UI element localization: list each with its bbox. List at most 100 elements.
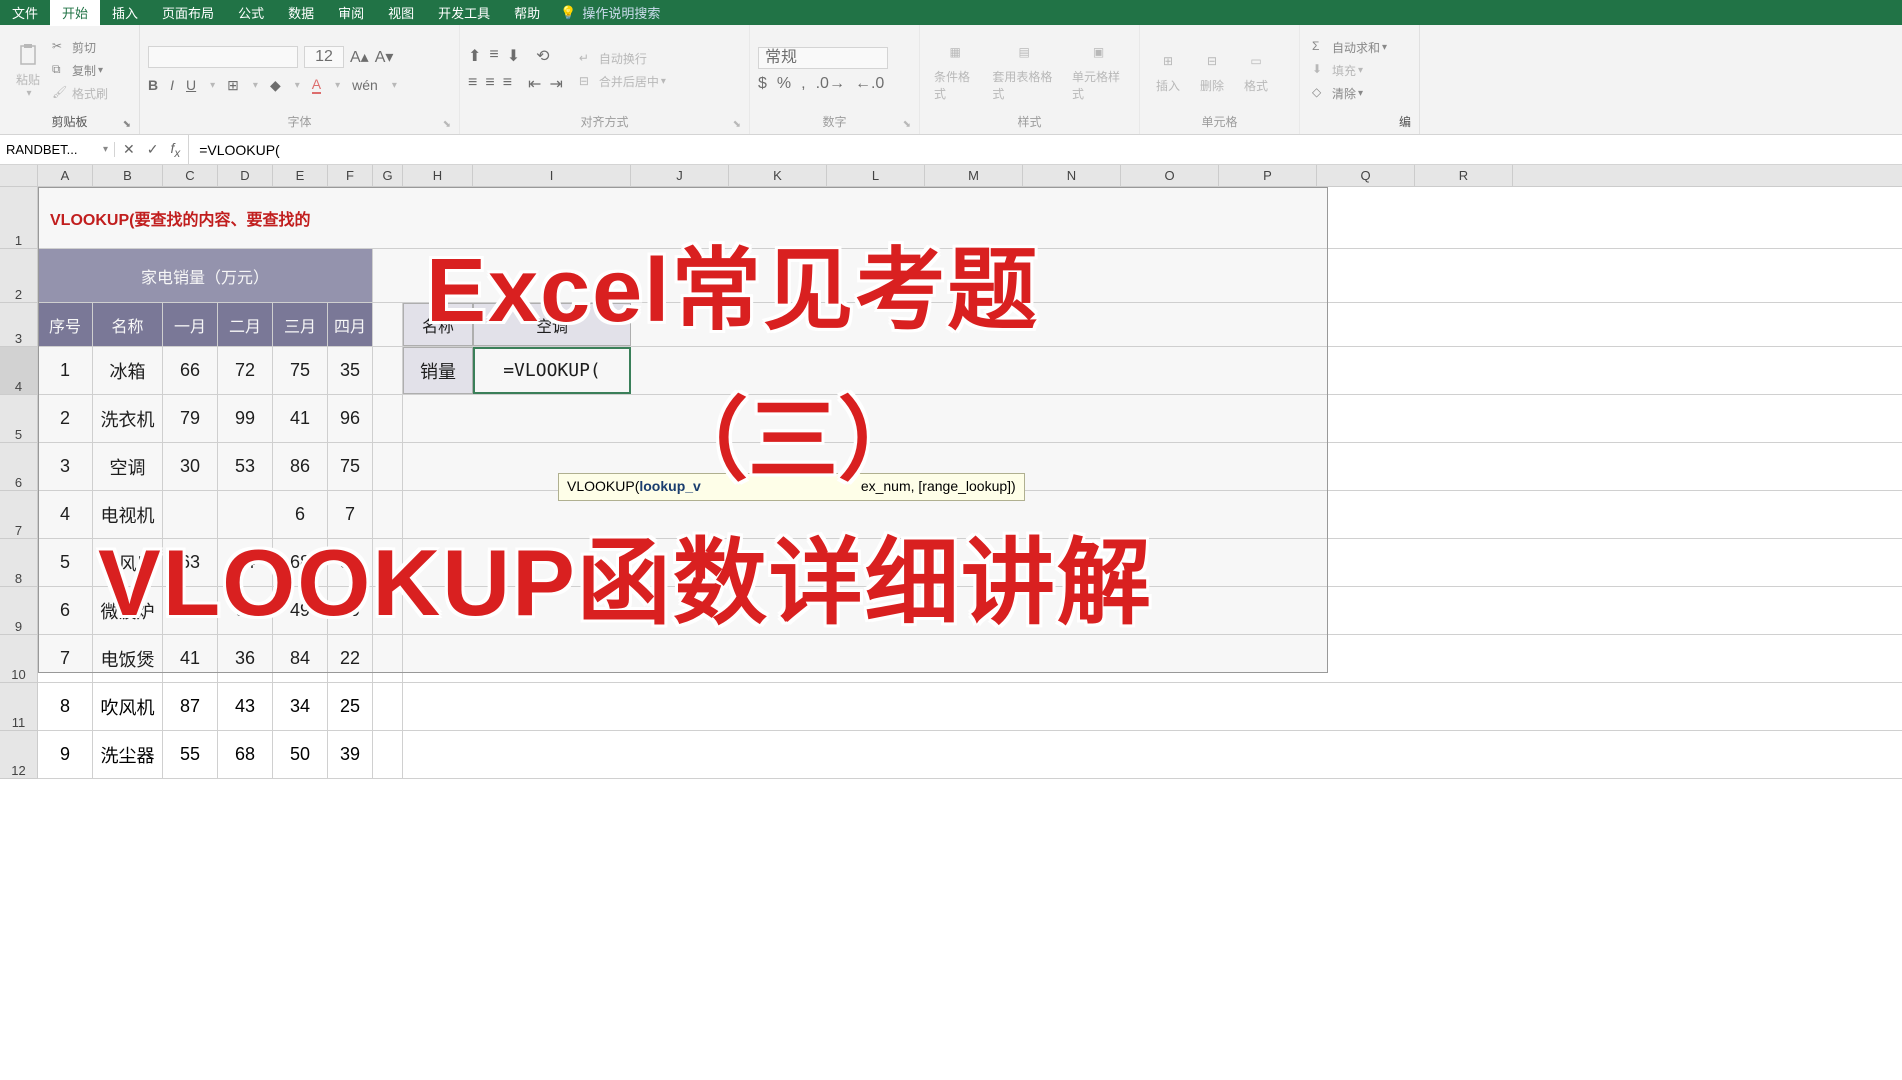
cell[interactable]: 51 bbox=[328, 539, 373, 586]
col-header[interactable]: E bbox=[273, 165, 328, 186]
cell[interactable]: 电风扇 bbox=[93, 539, 163, 586]
fill-color-button[interactable]: ◆ bbox=[270, 77, 281, 94]
cell[interactable]: 2 bbox=[38, 395, 93, 442]
increase-font-icon[interactable]: A▴ bbox=[350, 47, 369, 67]
cell[interactable]: 洗衣机 bbox=[93, 395, 163, 442]
cut-button[interactable]: ✂剪切 bbox=[48, 37, 112, 58]
underline-button[interactable]: U bbox=[186, 77, 196, 93]
cell[interactable]: 8 bbox=[38, 683, 93, 730]
cell[interactable]: 29 bbox=[328, 587, 373, 634]
cell[interactable]: 41 bbox=[273, 395, 328, 442]
tab-view[interactable]: 视图 bbox=[376, 0, 426, 26]
inc-decimal-icon[interactable]: .0→ bbox=[816, 75, 845, 93]
row-header[interactable]: 5 bbox=[0, 395, 38, 443]
cell[interactable]: 50 bbox=[273, 731, 328, 778]
col-header[interactable]: C bbox=[163, 165, 218, 186]
copy-button[interactable]: ⧉复制▾ bbox=[48, 60, 112, 81]
cell[interactable]: 洗尘器 bbox=[93, 731, 163, 778]
col-header[interactable]: F bbox=[328, 165, 373, 186]
cell[interactable]: 6 bbox=[273, 491, 328, 538]
col-header[interactable]: O bbox=[1121, 165, 1219, 186]
cell[interactable]: 53 bbox=[218, 443, 273, 490]
cell[interactable]: 22 bbox=[328, 635, 373, 682]
row-header[interactable]: 8 bbox=[0, 539, 38, 587]
paste-button[interactable]: 粘贴▾ bbox=[8, 39, 48, 101]
cell[interactable]: 63 bbox=[163, 539, 218, 586]
table-format-button[interactable]: ▤套用表格格式 bbox=[986, 36, 1062, 104]
merge-center-button[interactable]: ⊟合并后居中▾ bbox=[575, 71, 670, 92]
col-header[interactable]: M bbox=[925, 165, 1023, 186]
cell[interactable]: 49 bbox=[273, 587, 328, 634]
row-header[interactable]: 1 bbox=[0, 187, 38, 249]
italic-button[interactable]: I bbox=[170, 77, 174, 93]
launcher-icon[interactable]: ⬊ bbox=[123, 119, 131, 130]
percent-icon[interactable]: % bbox=[777, 75, 791, 93]
chevron-down-icon[interactable]: ▾ bbox=[103, 144, 108, 155]
cell[interactable]: 30 bbox=[163, 443, 218, 490]
number-format-dropdown[interactable]: 常规 bbox=[758, 47, 888, 69]
cell[interactable]: 74 bbox=[218, 539, 273, 586]
col-header[interactable]: Q bbox=[1317, 165, 1415, 186]
col-header[interactable]: B bbox=[93, 165, 163, 186]
align-left-icon[interactable]: ≡ bbox=[468, 74, 477, 94]
cell[interactable]: 87 bbox=[163, 683, 218, 730]
tab-review[interactable]: 审阅 bbox=[326, 0, 376, 26]
lookup-sales-formula[interactable]: =VLOOKUP( bbox=[473, 347, 631, 394]
col-header[interactable]: J bbox=[631, 165, 729, 186]
font-color-button[interactable]: A bbox=[312, 76, 321, 94]
cell-style-button[interactable]: ▣单元格样式 bbox=[1066, 36, 1131, 104]
font-size-box[interactable]: 12 bbox=[304, 46, 344, 68]
tab-file[interactable]: 文件 bbox=[0, 0, 50, 26]
row-header[interactable]: 10 bbox=[0, 635, 38, 683]
phonetic-button[interactable]: wén bbox=[352, 77, 378, 93]
cond-format-button[interactable]: ▦条件格式 bbox=[928, 36, 982, 104]
cell[interactable]: 28 bbox=[163, 587, 218, 634]
cell[interactable]: 9 bbox=[38, 731, 93, 778]
border-button[interactable]: ⊞ bbox=[227, 77, 239, 94]
cell[interactable]: 66 bbox=[218, 587, 273, 634]
col-header[interactable]: G bbox=[373, 165, 403, 186]
cell[interactable]: 4 bbox=[38, 491, 93, 538]
col-header[interactable]: P bbox=[1219, 165, 1317, 186]
cell[interactable]: 72 bbox=[218, 347, 273, 394]
col-header[interactable]: N bbox=[1023, 165, 1121, 186]
row-header[interactable]: 9 bbox=[0, 587, 38, 635]
col-header[interactable]: K bbox=[729, 165, 827, 186]
cell[interactable]: 冰箱 bbox=[93, 347, 163, 394]
cell[interactable] bbox=[218, 491, 273, 538]
dec-decimal-icon[interactable]: ←.0 bbox=[855, 75, 884, 93]
cell[interactable] bbox=[163, 491, 218, 538]
cell[interactable]: 75 bbox=[328, 443, 373, 490]
col-header[interactable]: A bbox=[38, 165, 93, 186]
clear-button[interactable]: ◇清除▾ bbox=[1308, 83, 1391, 104]
insert-cells-button[interactable]: ⊞插入 bbox=[1148, 45, 1188, 96]
name-box[interactable]: RANDBET... ▾ bbox=[0, 142, 115, 157]
row-header[interactable]: 7 bbox=[0, 491, 38, 539]
delete-cells-button[interactable]: ⊟删除 bbox=[1192, 45, 1232, 96]
cell[interactable]: 6 bbox=[38, 587, 93, 634]
align-center-icon[interactable]: ≡ bbox=[485, 74, 494, 94]
cancel-formula-button[interactable]: ✕ bbox=[123, 141, 135, 158]
cell[interactable]: 电视机 bbox=[93, 491, 163, 538]
align-bot-icon[interactable]: ⬇ bbox=[507, 46, 520, 66]
cell[interactable]: 电饭煲 bbox=[93, 635, 163, 682]
fill-button[interactable]: ⬇填充▾ bbox=[1308, 60, 1391, 81]
row-header[interactable]: 3 bbox=[0, 303, 38, 347]
cell[interactable]: 75 bbox=[273, 347, 328, 394]
select-all-corner[interactable] bbox=[0, 165, 38, 186]
cell[interactable]: 66 bbox=[163, 347, 218, 394]
col-header[interactable]: H bbox=[403, 165, 473, 186]
cell[interactable]: 空调 bbox=[93, 443, 163, 490]
cell[interactable]: 99 bbox=[218, 395, 273, 442]
decrease-font-icon[interactable]: A▾ bbox=[375, 47, 394, 67]
enter-formula-button[interactable]: ✓ bbox=[147, 141, 159, 158]
bold-button[interactable]: B bbox=[148, 77, 158, 93]
col-header[interactable]: L bbox=[827, 165, 925, 186]
cell[interactable]: 36 bbox=[218, 635, 273, 682]
cell[interactable]: 68 bbox=[218, 731, 273, 778]
cell[interactable]: 84 bbox=[273, 635, 328, 682]
cell[interactable]: 25 bbox=[328, 683, 373, 730]
format-painter-button[interactable]: 🖌格式刷 bbox=[48, 83, 112, 104]
comma-icon[interactable]: , bbox=[801, 75, 805, 93]
row-header[interactable]: 2 bbox=[0, 249, 38, 303]
